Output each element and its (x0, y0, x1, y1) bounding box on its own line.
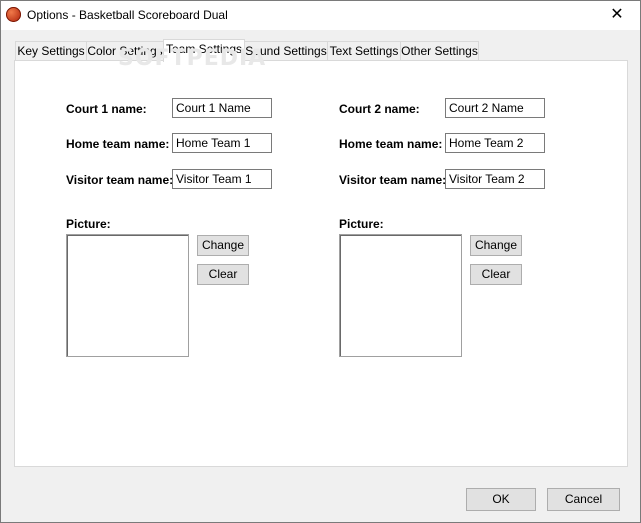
home-team1-input[interactable] (172, 133, 272, 153)
window-title: Options - Basketball Scoreboard Dual (27, 8, 228, 22)
court1-change-button[interactable]: Change (197, 235, 249, 256)
court1-picture-label: Picture: (66, 217, 111, 231)
court1-clear-button[interactable]: Clear (197, 264, 249, 285)
court1-name-label: Court 1 name: (66, 102, 147, 116)
tab-team-settings[interactable]: Team Settings (163, 39, 245, 62)
visitor-team1-label: Visitor team name: (66, 173, 174, 187)
cancel-button[interactable]: Cancel (547, 488, 620, 511)
close-button[interactable]: ✕ (594, 1, 640, 30)
court1-name-input[interactable] (172, 98, 272, 118)
options-window: Options - Basketball Scoreboard Dual ✕ K… (0, 0, 641, 523)
title-bar: Options - Basketball Scoreboard Dual ✕ (1, 1, 640, 30)
team-settings-panel: Court 1 name: Home team name: Visitor te… (14, 60, 628, 467)
tab-text-settings[interactable]: Text Settings (327, 41, 401, 61)
basketball-icon (6, 7, 21, 22)
court2-name-label: Court 2 name: (339, 102, 420, 116)
court1-picture-box (66, 234, 189, 357)
court2-picture-label: Picture: (339, 217, 384, 231)
ok-button[interactable]: OK (466, 488, 536, 511)
court2-picture-box (339, 234, 462, 357)
court2-change-button[interactable]: Change (470, 235, 522, 256)
tab-sound-settings[interactable]: Sound Settings (244, 41, 328, 61)
court2-clear-button[interactable]: Clear (470, 264, 522, 285)
tab-other-settings[interactable]: Other Settings (400, 41, 479, 61)
visitor-team1-input[interactable] (172, 169, 272, 189)
visitor-team2-label: Visitor team name: (339, 173, 447, 187)
tab-color-settings[interactable]: Color Settings (86, 41, 164, 61)
home-team2-label: Home team name: (339, 137, 443, 151)
tab-key-settings[interactable]: Key Settings (15, 41, 87, 61)
visitor-team2-input[interactable] (445, 169, 545, 189)
home-team1-label: Home team name: (66, 137, 170, 151)
home-team2-input[interactable] (445, 133, 545, 153)
court2-name-input[interactable] (445, 98, 545, 118)
